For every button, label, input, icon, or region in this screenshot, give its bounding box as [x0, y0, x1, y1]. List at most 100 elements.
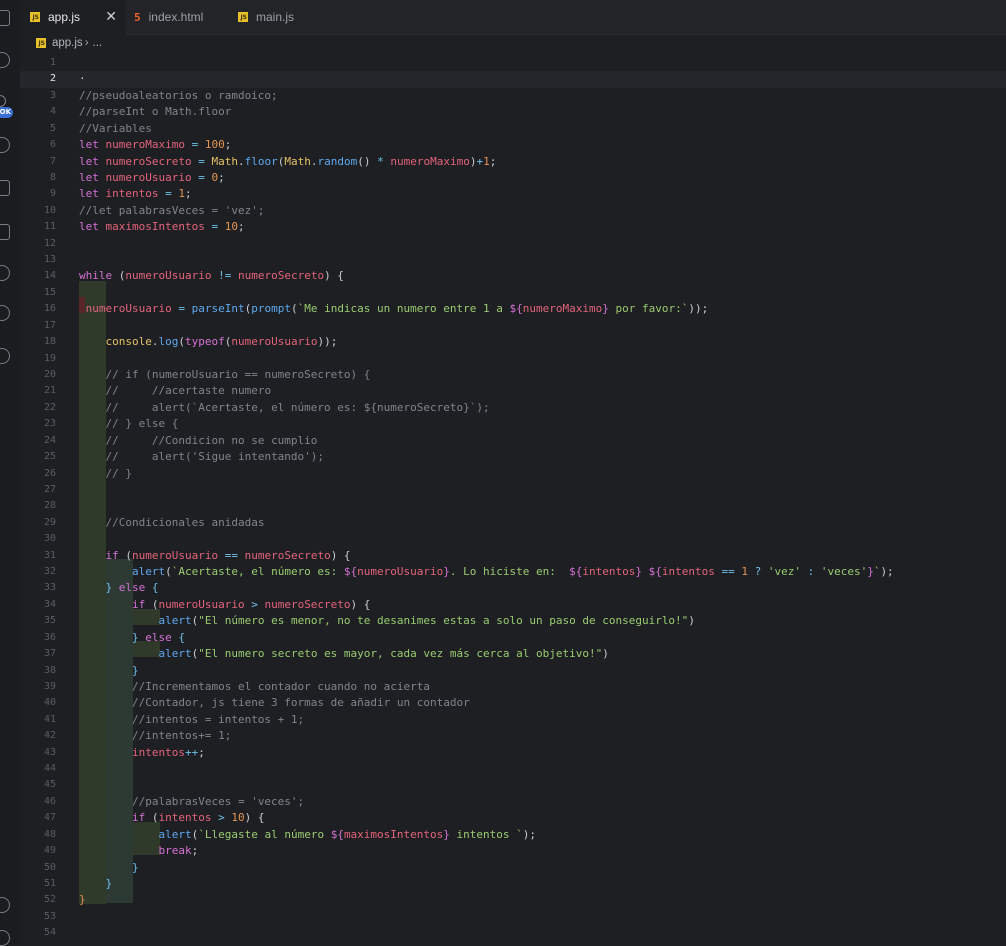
code-text[interactable]: //palabrasVeces = 'veces'; [79, 794, 304, 810]
code-line[interactable]: 25 // alert('Sigue intentando'); [20, 449, 1006, 465]
code-line[interactable]: 11 let maximosIntentos = 10; [20, 219, 1006, 235]
code-line[interactable]: 38 } [20, 663, 1006, 679]
files-icon[interactable] [0, 10, 10, 26]
code-text[interactable]: intentos++; [79, 745, 205, 761]
tab-app-js[interactable]: JS app.js ✕ [20, 0, 126, 35]
code-text[interactable]: //intentos = intentos + 1; [79, 712, 304, 728]
code-text[interactable]: while (numeroUsuario != numeroSecreto) { [79, 268, 344, 284]
code-text[interactable]: //Condicionales anidadas [79, 515, 265, 531]
timeline-icon[interactable] [0, 265, 10, 281]
code-line[interactable]: 15 [20, 285, 1006, 301]
code-text[interactable]: // //Condicion no se cumplio [79, 433, 318, 449]
settings-gear-icon[interactable] [0, 930, 10, 946]
live-share-icon[interactable] [0, 305, 10, 321]
code-line[interactable]: 1 [20, 55, 1006, 71]
code-line[interactable]: 40 //Contador, js tiene 3 formas de añad… [20, 695, 1006, 711]
code-line[interactable]: 8 let numeroUsuario = 0; [20, 170, 1006, 186]
code-text[interactable]: break; [79, 843, 198, 859]
code-line[interactable]: 34 if (numeroUsuario > numeroSecreto) { [20, 597, 1006, 613]
code-line[interactable]: 48 alert(`Llegaste al número ${maximosIn… [20, 827, 1006, 843]
code-line[interactable]: 23 // } else { [20, 416, 1006, 432]
code-text[interactable]: // alert(`Acertaste, el número es: ${num… [79, 400, 490, 416]
search-icon[interactable] [0, 52, 10, 68]
code-text[interactable]: // if (numeroUsuario == numeroSecreto) { [79, 367, 371, 383]
code-line[interactable]: 24 // //Condicion no se cumplio [20, 433, 1006, 449]
code-line[interactable]: 22 // alert(`Acertaste, el número es: ${… [20, 400, 1006, 416]
code-text[interactable]: //Incrementamos el contador cuando no ac… [79, 679, 430, 695]
code-line[interactable]: 21 // //acertaste numero [20, 383, 1006, 399]
code-line[interactable]: 49 break; [20, 843, 1006, 859]
code-line[interactable]: 43 intentos++; [20, 745, 1006, 761]
code-text[interactable]: let maximosIntentos = 10; [79, 219, 245, 235]
code-text[interactable]: //intentos+= 1; [79, 728, 231, 744]
code-text[interactable]: } [79, 663, 139, 679]
code-line[interactable]: 37 alert("El numero secreto es mayor, ca… [20, 646, 1006, 662]
code-line[interactable]: 36 } else { [20, 630, 1006, 646]
code-line[interactable]: 35 alert("El número es menor, no te desa… [20, 613, 1006, 629]
source-control-icon[interactable] [0, 95, 6, 107]
code-text[interactable]: } [79, 892, 86, 908]
code-line[interactable]: 47 if (intentos > 10) { [20, 810, 1006, 826]
code-text[interactable]: //pseudoaleatorios o ramdoico; [79, 88, 278, 104]
code-line[interactable]: 50 } [20, 860, 1006, 876]
code-text[interactable]: alert("El número es menor, no te desanim… [79, 613, 694, 629]
code-line[interactable]: 27 [20, 482, 1006, 498]
code-text[interactable]: // alert('Sigue intentando'); [79, 449, 325, 465]
code-line[interactable]: 42 //intentos+= 1; [20, 728, 1006, 744]
code-text[interactable]: let numeroSecreto = Math.floor(Math.rand… [79, 154, 496, 170]
code-text[interactable]: alert("El numero secreto es mayor, cada … [79, 646, 608, 662]
code-line[interactable]: 30 [20, 531, 1006, 547]
code-text[interactable]: //parseInt o Math.floor [79, 104, 231, 120]
code-line[interactable]: 12 [20, 236, 1006, 252]
code-line[interactable]: 17 [20, 318, 1006, 334]
code-editor[interactable]: 1 2 · 3//pseudoaleatorios o ramdoico; 4//par… [20, 51, 1006, 945]
code-line[interactable]: 4 //parseInt o Math.floor [20, 104, 1006, 120]
code-line[interactable]: 44 [20, 761, 1006, 777]
code-text[interactable]: let intentos = 1; [79, 186, 192, 202]
code-text[interactable]: // //acertaste numero [79, 383, 272, 399]
code-text[interactable]: console.log(typeof(numeroUsuario)); [79, 334, 338, 350]
code-line[interactable]: 52} [20, 892, 1006, 908]
account-icon[interactable] [0, 897, 10, 913]
code-line[interactable]: 33 } else { [20, 580, 1006, 596]
code-line[interactable]: 54 [20, 925, 1006, 941]
code-text[interactable]: // } [79, 466, 133, 482]
code-text[interactable]: · [79, 71, 86, 87]
code-line[interactable]: 20 // if (numeroUsuario == numeroSecreto… [20, 367, 1006, 383]
code-line[interactable]: 41 //intentos = intentos + 1; [20, 712, 1006, 728]
code-line[interactable]: 10 //let palabrasVeces = 'vez'; [20, 203, 1006, 219]
code-text[interactable]: let numeroUsuario = 0; [79, 170, 225, 186]
code-line[interactable]: 6 let numeroMaximo = 100; [20, 137, 1006, 153]
code-line[interactable]: 18 console.log(typeof(numeroUsuario)); [20, 334, 1006, 350]
code-text[interactable]: //let palabrasVeces = 'vez'; [79, 203, 264, 219]
code-text[interactable]: alert(`Acertaste, el número es: ${numero… [79, 564, 894, 580]
code-line[interactable]: 2 · [20, 71, 1006, 88]
tab-index-html[interactable]: 5 index.html [124, 0, 231, 34]
code-line[interactable]: 46 //palabrasVeces = 'veces'; [20, 794, 1006, 810]
code-text[interactable]: numeroUsuario = parseInt(prompt(`Me indi… [79, 301, 709, 317]
code-line[interactable]: 45 [20, 777, 1006, 793]
code-line[interactable]: 28 [20, 498, 1006, 514]
code-text[interactable]: if (numeroUsuario == numeroSecreto) { [79, 548, 351, 564]
code-line[interactable]: 31 if (numeroUsuario == numeroSecreto) { [20, 548, 1006, 564]
remote-explorer-icon[interactable] [0, 224, 10, 240]
compass-icon[interactable] [0, 348, 10, 364]
code-line[interactable]: 16 numeroUsuario = parseInt(prompt(`Me i… [20, 301, 1006, 317]
code-line[interactable]: 29 //Condicionales anidadas [20, 515, 1006, 531]
code-line[interactable]: 3 //pseudoaleatorios o ramdoico; [20, 88, 1006, 104]
code-text[interactable]: //Contador, js tiene 3 formas de añadir … [79, 695, 470, 711]
code-line[interactable]: 39 //Incrementamos el contador cuando no… [20, 679, 1006, 695]
breadcrumb-file[interactable]: app.js [52, 37, 83, 49]
code-line[interactable]: 51 } [20, 876, 1006, 892]
code-text[interactable]: if (numeroUsuario > numeroSecreto) { [79, 597, 370, 613]
code-line[interactable]: 5 //Variables [20, 121, 1006, 137]
code-text[interactable]: let numeroMaximo = 100; [79, 137, 231, 153]
code-text[interactable]: } [79, 876, 113, 892]
code-line[interactable]: 32 alert(`Acertaste, el número es: ${num… [20, 564, 1006, 580]
code-line[interactable]: 53 [20, 909, 1006, 925]
code-text[interactable]: } else { [79, 630, 185, 646]
tab-main-js[interactable]: JS main.js [228, 0, 333, 34]
code-text[interactable]: } [79, 860, 139, 876]
code-text[interactable]: } else { [79, 580, 159, 596]
code-text[interactable]: alert(`Llegaste al número ${maximosInten… [79, 827, 536, 843]
